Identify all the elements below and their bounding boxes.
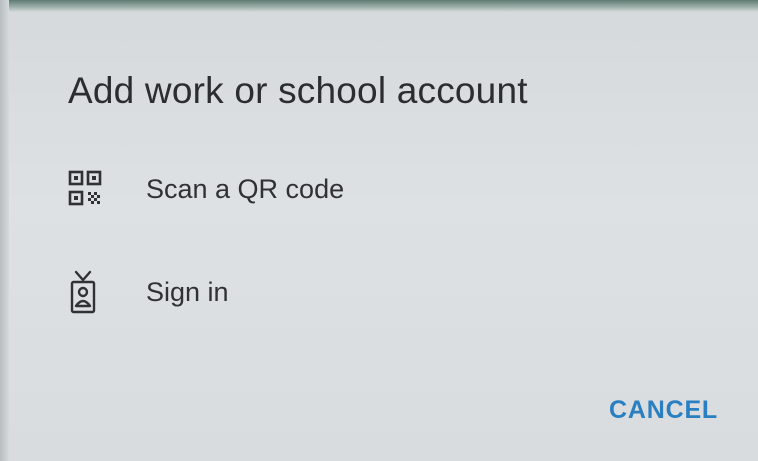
qr-code-icon xyxy=(68,165,108,213)
sign-in-option[interactable]: Sign in xyxy=(68,262,708,322)
id-badge-icon xyxy=(68,268,108,316)
scan-qr-code-option[interactable]: Scan a QR code xyxy=(68,159,708,219)
dialog-title: Add work or school account xyxy=(68,70,528,111)
sign-in-label: Sign in xyxy=(146,276,229,307)
screen: Add work or school account Scan a QR cod… xyxy=(0,0,758,461)
top-edge xyxy=(0,0,758,12)
scan-qr-code-label: Scan a QR code xyxy=(146,173,345,204)
cancel-button[interactable]: CANCEL xyxy=(605,390,722,431)
left-edge xyxy=(0,0,9,461)
add-account-dialog: Add work or school account Scan a QR cod… xyxy=(10,12,758,461)
